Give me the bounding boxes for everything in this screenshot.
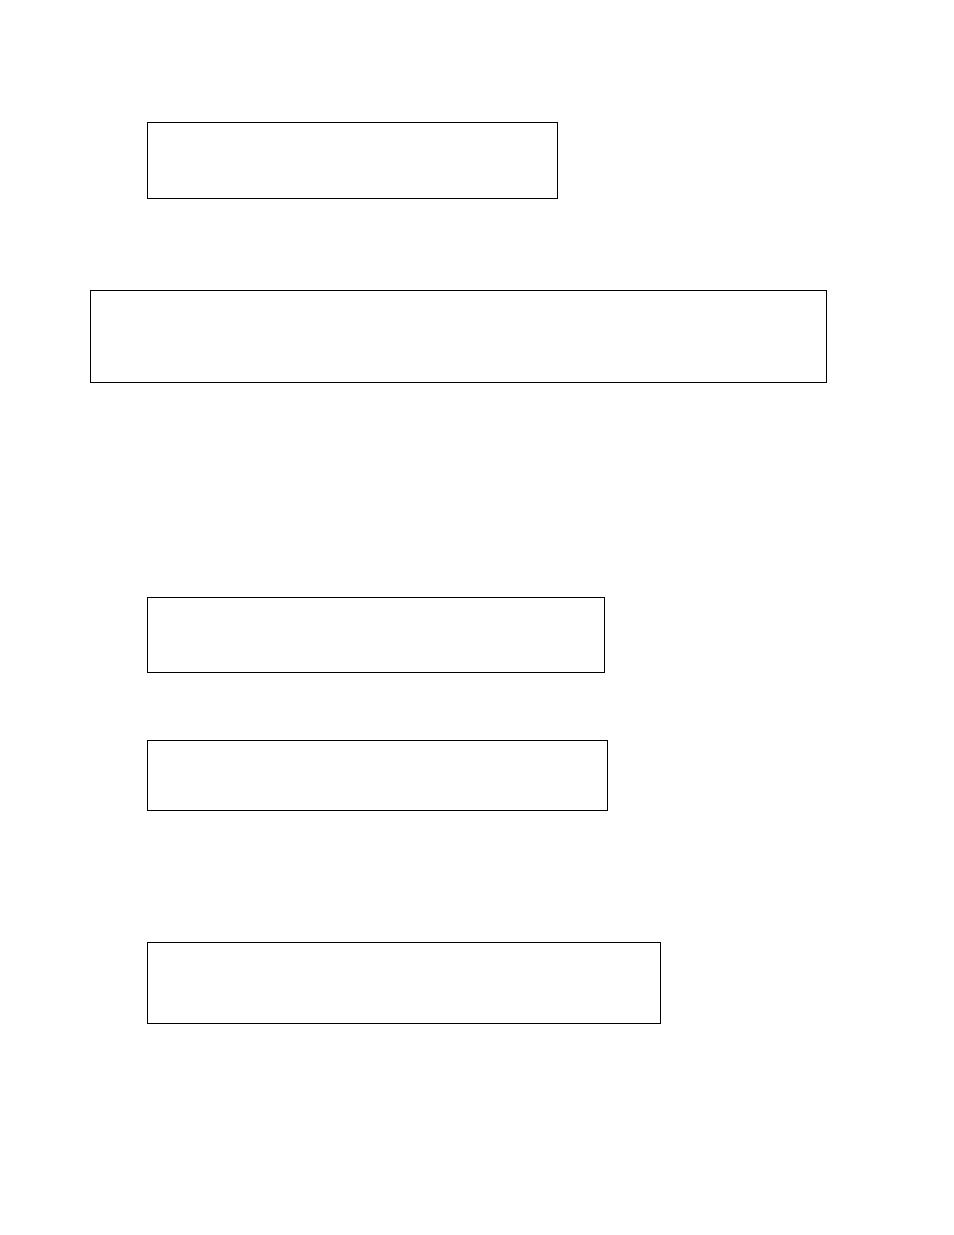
page: [0, 0, 954, 1235]
empty-box-5: [147, 942, 661, 1024]
empty-box-3: [147, 597, 605, 673]
empty-box-4: [147, 740, 608, 811]
empty-box-1: [147, 122, 558, 199]
empty-box-2: [90, 290, 827, 383]
